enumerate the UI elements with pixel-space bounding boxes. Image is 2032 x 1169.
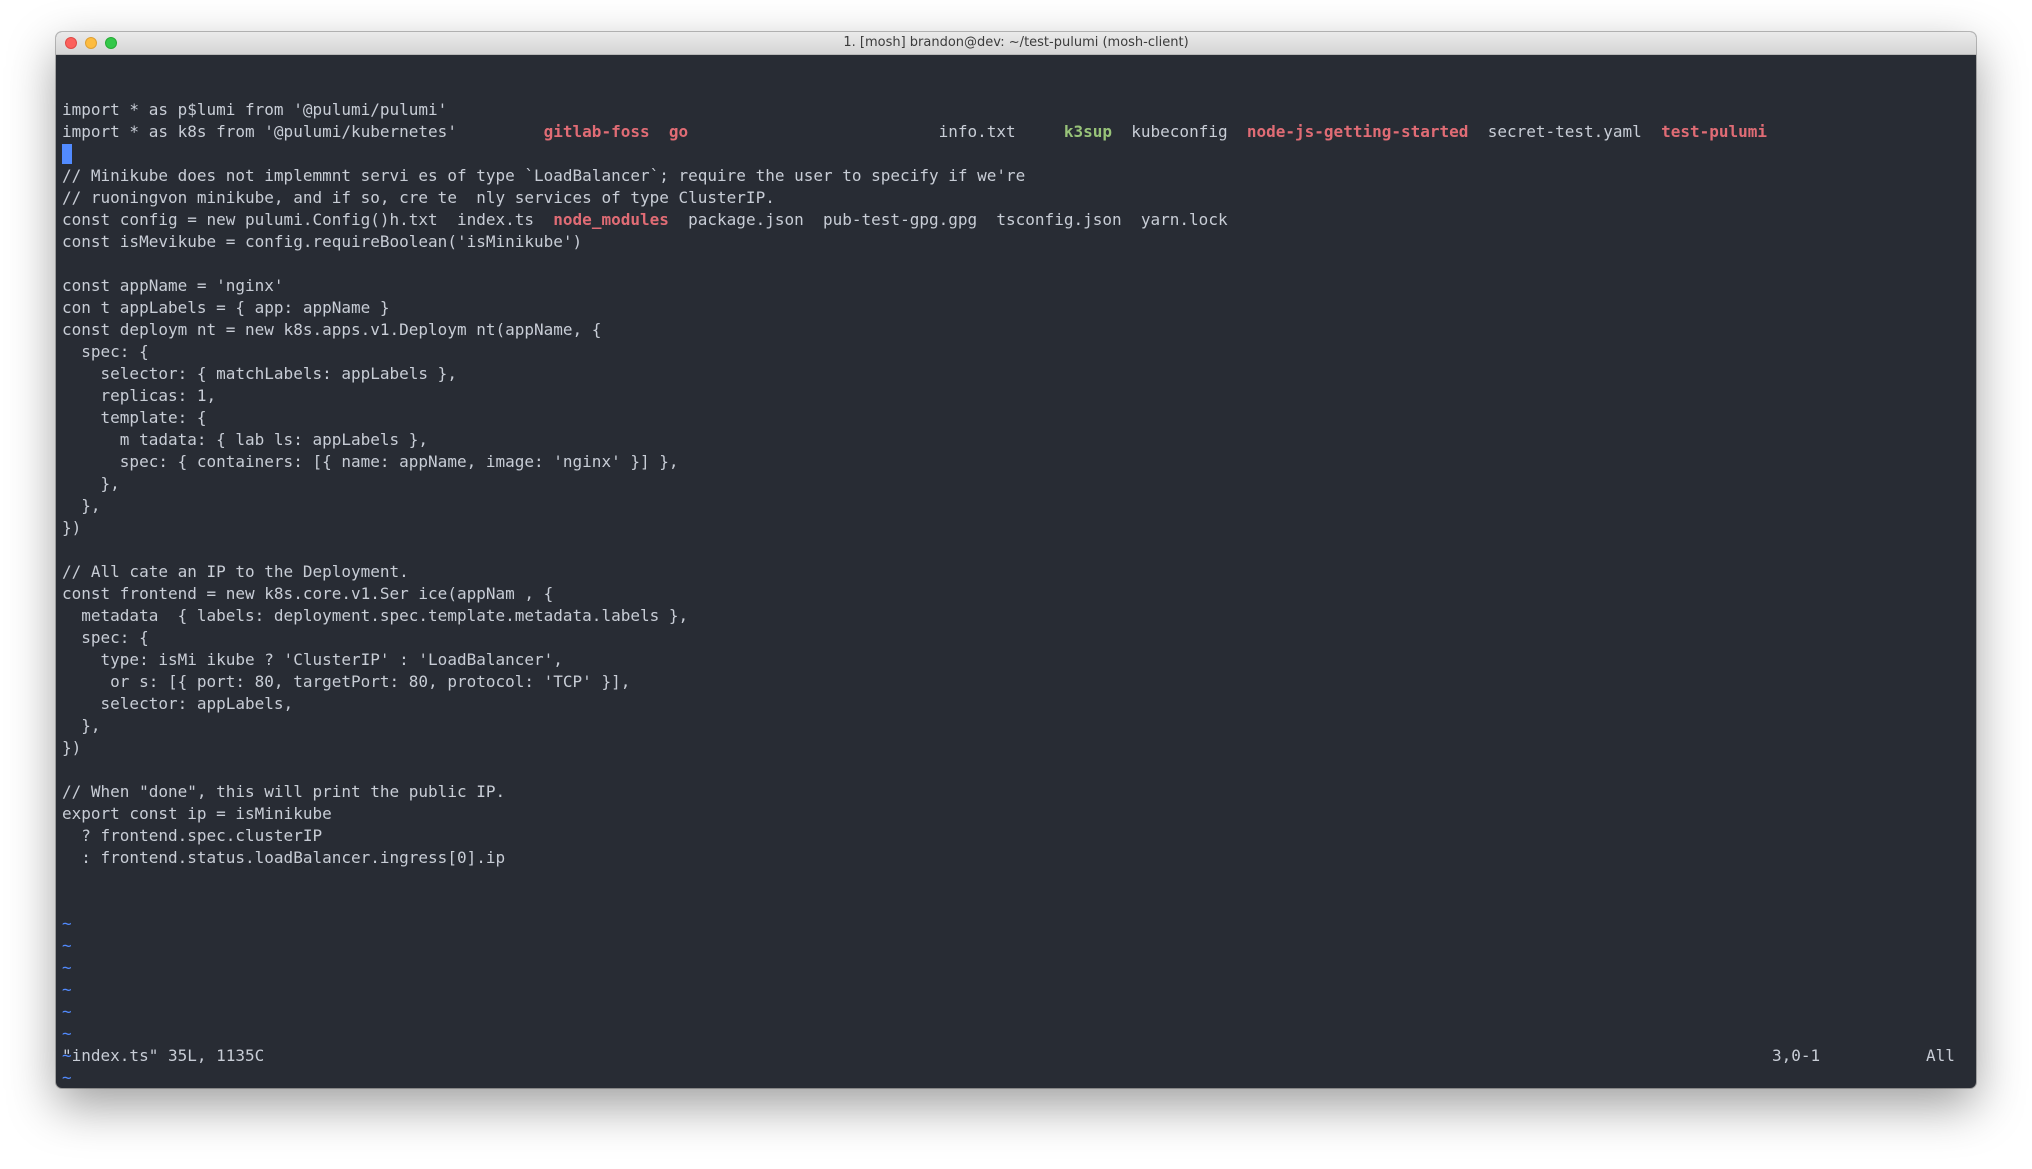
tilde-line: ~ <box>62 1002 72 1021</box>
code-text: // When "done", this will print the publ… <box>62 782 506 801</box>
cursor-position: 3,0-1 <box>1772 1046 1821 1065</box>
code-line[interactable]: }, <box>62 473 1970 495</box>
code-line[interactable]: const isMevikube = config.requireBoolean… <box>62 231 1970 253</box>
code-line[interactable]: // ruoningvon minikube, and if so, cre t… <box>62 187 1970 209</box>
tilde-line: ~ <box>62 914 72 933</box>
code-line[interactable]: m tadata: { lab ls: appLabels }, <box>62 429 1970 451</box>
code-text: ? frontend.spec.clusterIP <box>62 826 323 845</box>
code-text: con t appLabels = { app: appName } <box>62 298 390 317</box>
code-text: import * as k8s from '@pulumi/kubernetes… <box>62 122 544 141</box>
directory-listing-entry: test-pulumi <box>1661 122 1768 141</box>
text-cursor <box>62 144 72 164</box>
code-line[interactable]: const deploym nt = new k8s.apps.v1.Deplo… <box>62 319 1970 341</box>
code-line[interactable]: }) <box>62 517 1970 539</box>
code-text: spec: { containers: [{ name: appName, im… <box>62 452 679 471</box>
directory-listing-entry: go <box>668 122 689 141</box>
code-text: }, <box>62 716 101 735</box>
code-text: m tadata: { lab ls: appLabels }, <box>62 430 429 449</box>
code-line[interactable] <box>62 759 1970 781</box>
code-text: export const ip = isMinikube <box>62 804 332 823</box>
window-title: 1. [mosh] brandon@dev: ~/test-pulumi (mo… <box>843 35 1189 50</box>
code-line[interactable]: }, <box>62 495 1970 517</box>
code-line[interactable] <box>62 539 1970 561</box>
code-text: info.txt <box>688 122 1064 141</box>
code-text: }, <box>62 496 101 515</box>
code-line[interactable]: // When "done", this will print the publ… <box>62 781 1970 803</box>
title-bar[interactable]: 1. [mosh] brandon@dev: ~/test-pulumi (mo… <box>56 32 1976 55</box>
code-line[interactable]: : frontend.status.loadBalancer.ingress[0… <box>62 847 1970 869</box>
code-line[interactable] <box>62 143 1970 165</box>
code-text: const appName = 'nginx' <box>62 276 284 295</box>
code-line[interactable]: }) <box>62 737 1970 759</box>
code-text: package.json pub-test-gpg.gpg tsconfig.j… <box>668 210 1228 229</box>
code-text: spec: { <box>62 342 149 361</box>
code-line[interactable]: template: { <box>62 407 1970 429</box>
code-line[interactable]: or s: [{ port: 80, targetPort: 80, proto… <box>62 671 1970 693</box>
code-line[interactable]: const config = new pulumi.Config()h.txt … <box>62 209 1970 231</box>
code-text: template: { <box>62 408 207 427</box>
code-text: // Minikube does not implemmnt servi es … <box>62 166 1026 185</box>
code-text: type: isMi ikube ? 'ClusterIP' : 'LoadBa… <box>62 650 563 669</box>
directory-listing-entry: k3sup <box>1063 122 1112 141</box>
code-text: const frontend = new k8s.core.v1.Ser ice… <box>62 584 554 603</box>
code-text: }) <box>62 738 82 757</box>
code-line[interactable]: import * as k8s from '@pulumi/kubernetes… <box>62 121 1970 143</box>
code-line[interactable]: ? frontend.spec.clusterIP <box>62 825 1970 847</box>
code-line[interactable]: con t appLabels = { app: appName } <box>62 297 1970 319</box>
tilde-line: ~ <box>62 1024 72 1043</box>
code-line[interactable]: selector: appLabels, <box>62 693 1970 715</box>
code-line[interactable]: metadata { labels: deployment.spec.templ… <box>62 605 1970 627</box>
file-info-message: "index.ts" 35L, 1135C <box>62 1046 265 1065</box>
directory-listing-entry: gitlab-foss <box>543 122 650 141</box>
code-text: replicas: 1, <box>62 386 217 405</box>
code-text: // ruoningvon minikube, and if so, cre t… <box>62 188 775 207</box>
code-text: secret-test.yaml <box>1468 122 1662 141</box>
code-text: or s: [{ port: 80, targetPort: 80, proto… <box>62 672 631 691</box>
code-line[interactable]: // All cate an IP to the Deployment. <box>62 561 1970 583</box>
code-text: selector: { matchLabels: appLabels }, <box>62 364 457 383</box>
code-text: const config = new pulumi.Config()h.txt … <box>62 210 554 229</box>
code-text: }) <box>62 518 82 537</box>
code-line[interactable]: export const ip = isMinikube <box>62 803 1970 825</box>
code-line[interactable]: spec: { <box>62 341 1970 363</box>
code-line[interactable]: // Minikube does not implemmnt servi es … <box>62 165 1970 187</box>
code-text: const isMevikube = config.requireBoolean… <box>62 232 583 251</box>
code-text: kubeconfig <box>1112 122 1247 141</box>
code-line[interactable] <box>62 253 1970 275</box>
code-line[interactable]: selector: { matchLabels: appLabels }, <box>62 363 1970 385</box>
tilde-line: ~ <box>62 980 72 999</box>
tilde-line: ~ <box>62 1068 72 1087</box>
code-line[interactable]: replicas: 1, <box>62 385 1970 407</box>
code-text: import * as p$lumi from '@pulumi/pulumi' <box>62 100 448 119</box>
code-line[interactable]: import * as p$lumi from '@pulumi/pulumi' <box>62 99 1970 121</box>
code-line[interactable]: const appName = 'nginx' <box>62 275 1970 297</box>
code-line[interactable]: spec: { <box>62 627 1970 649</box>
code-lines: import * as p$lumi from '@pulumi/pulumi'… <box>62 99 1970 869</box>
vim-status-line: "index.ts" 35L, 1135C 3,0-1 All <box>62 1045 1970 1067</box>
code-line[interactable]: type: isMi ikube ? 'ClusterIP' : 'LoadBa… <box>62 649 1970 671</box>
code-text: }, <box>62 474 120 493</box>
terminal-window: 1. [mosh] brandon@dev: ~/test-pulumi (mo… <box>56 32 1976 1088</box>
code-line[interactable]: spec: { containers: [{ name: appName, im… <box>62 451 1970 473</box>
code-line[interactable]: const frontend = new k8s.core.v1.Ser ice… <box>62 583 1970 605</box>
directory-listing-entry: node_modules <box>553 210 669 229</box>
code-text: const deploym nt = new k8s.apps.v1.Deplo… <box>62 320 602 339</box>
vim-editor-buffer[interactable]: import * as p$lumi from '@pulumi/pulumi'… <box>62 55 1970 1088</box>
code-text: metadata { labels: deployment.spec.templ… <box>62 606 689 625</box>
code-text: selector: appLabels, <box>62 694 294 713</box>
scroll-indicator: All <box>1926 1046 1955 1065</box>
code-text: : frontend.status.loadBalancer.ingress[0… <box>62 848 506 867</box>
code-text: // All cate an IP to the Deployment. <box>62 562 409 581</box>
directory-listing-entry: node-js-getting-started <box>1246 122 1469 141</box>
tilde-line: ~ <box>62 958 72 977</box>
code-text: spec: { <box>62 628 149 647</box>
code-line[interactable]: }, <box>62 715 1970 737</box>
tilde-line: ~ <box>62 936 72 955</box>
